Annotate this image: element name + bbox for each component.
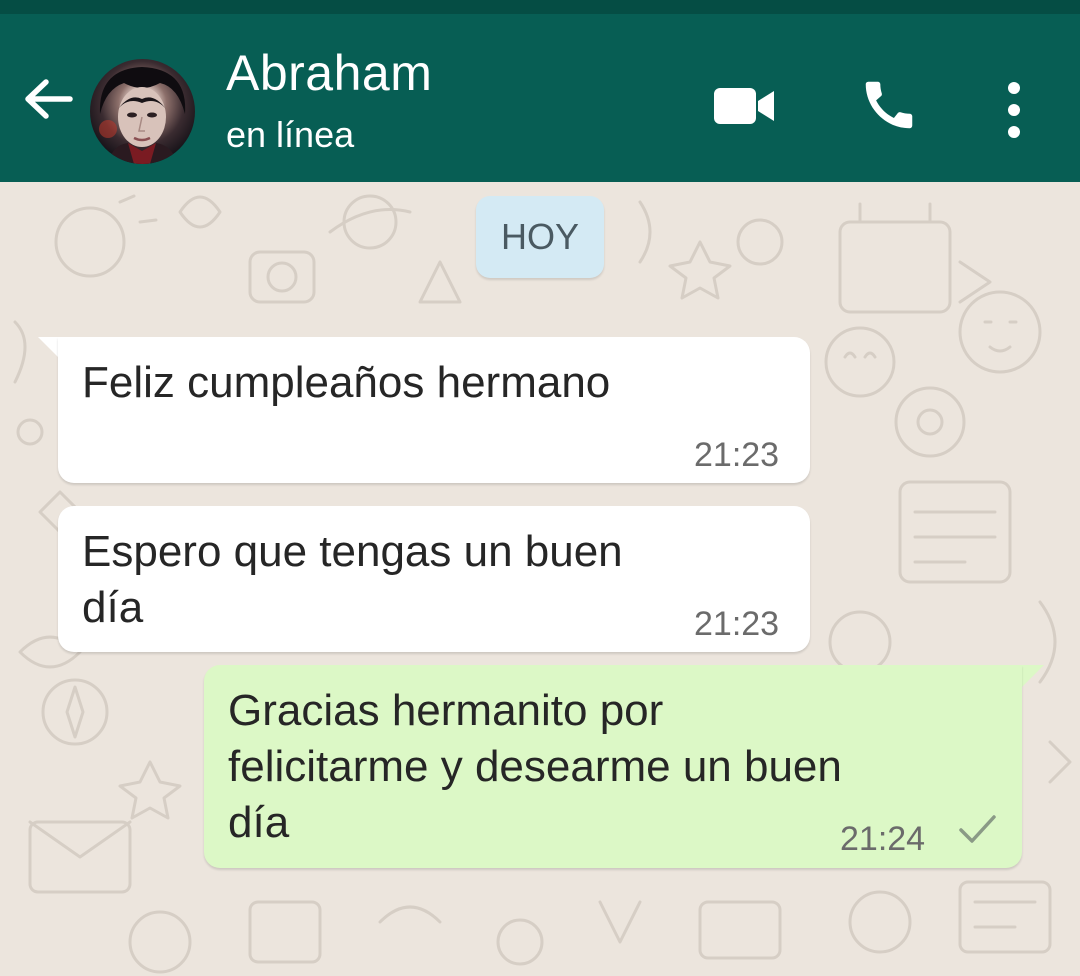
message-time: 21:23 (694, 436, 780, 474)
status-bar-strip (0, 0, 1080, 14)
voice-call-button[interactable] (858, 70, 920, 140)
message-time: 21:24 (840, 820, 926, 858)
incoming-bubble-tail (38, 337, 60, 359)
video-camera-icon (714, 88, 774, 124)
contact-name[interactable]: Abraham (226, 44, 432, 102)
avatar-portrait (99, 67, 186, 164)
message-text: Espero que tengas un buen día (82, 527, 623, 632)
message-bubble-incoming[interactable]: Espero que tengas un buen día 21:23 (58, 506, 810, 652)
arrow-left-icon (25, 79, 73, 119)
message-time: 21:23 (694, 605, 780, 643)
contact-avatar[interactable] (90, 59, 195, 164)
contact-status: en línea (226, 114, 355, 155)
message-text: Gracias hermanito por felicitarme y dese… (228, 686, 842, 847)
video-call-button[interactable] (710, 82, 778, 130)
more-options-button[interactable] (996, 70, 1032, 140)
message-text: Feliz cumpleaños hermano (82, 358, 611, 407)
single-check-icon (959, 815, 996, 843)
chat-area[interactable]: HOY Feliz cumpleaños hermano 21:23 Esper… (0, 182, 1080, 976)
date-separator: HOY (476, 196, 604, 278)
phone-icon (865, 81, 913, 129)
message-bubble-outgoing[interactable]: Gracias hermanito por felicitarme y dese… (204, 665, 1022, 868)
message-bubble-incoming[interactable]: Feliz cumpleaños hermano 21:23 (58, 337, 810, 483)
chat-header: Abraham en línea (0, 14, 1080, 182)
outgoing-bubble-tail (1022, 665, 1044, 687)
back-button[interactable] (18, 74, 78, 124)
more-vertical-icon (1008, 82, 1020, 138)
